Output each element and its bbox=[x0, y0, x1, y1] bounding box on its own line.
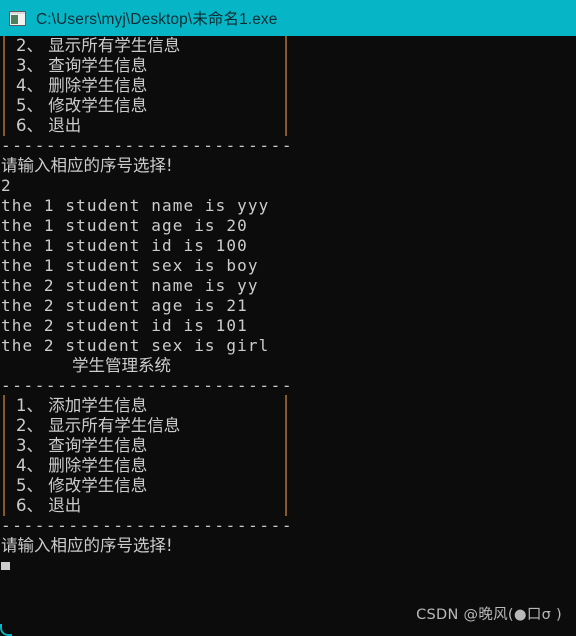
student-output-line: the 1 student name is yyy bbox=[1, 196, 270, 215]
vertical-bar-icon bbox=[0, 36, 16, 56]
title-bar[interactable]: C:\Users\myj\Desktop\未命名1.exe bbox=[0, 0, 576, 36]
console-output-area[interactable]: 2、 显示所有学生信息 3、 查询学生信息 4、 删除学生信息 5、 修改学生信… bbox=[0, 36, 576, 636]
student-output-line: the 1 student id is 100 bbox=[1, 236, 248, 255]
csdn-watermark: CSDN @晚风(●口σ ) bbox=[416, 607, 562, 623]
menu-item-label: 5、 修改学生信息 bbox=[16, 96, 148, 115]
menu-row: 6、 退出 bbox=[0, 495, 576, 516]
vertical-bar-icon bbox=[0, 75, 16, 96]
student-output-line: the 2 student age is 21 bbox=[1, 296, 248, 315]
menu-row: 2、 显示所有学生信息 bbox=[0, 415, 576, 436]
vertical-bar-right-icon bbox=[282, 36, 298, 136]
menu-title: 学生管理系统 bbox=[72, 356, 171, 375]
separator-line: -------------------------- bbox=[1, 516, 294, 535]
menu-row: 1、 添加学生信息 bbox=[0, 395, 576, 416]
menu-item-label: 6、 退出 bbox=[16, 116, 82, 135]
separator-line: -------------------------- bbox=[1, 136, 294, 155]
vertical-bar-icon bbox=[0, 95, 16, 116]
menu-item-exit: 6、 退出 bbox=[16, 496, 82, 515]
student-output-line: the 2 student name is yy bbox=[1, 276, 259, 295]
window-title: C:\Users\myj\Desktop\未命名1.exe bbox=[36, 11, 278, 28]
student-output-line: the 1 student age is 20 bbox=[1, 216, 248, 235]
prompt-text: 请输入相应的序号选择! bbox=[1, 536, 173, 555]
vertical-bar-icon bbox=[0, 455, 16, 476]
cursor-row bbox=[0, 556, 576, 576]
vertical-bar-icon bbox=[0, 415, 16, 436]
menu-row: 3、 查询学生信息 bbox=[0, 435, 576, 456]
menu-box-main: 1、 添加学生信息 2、 显示所有学生信息 3、 查询学生信息 4、 删除学生信… bbox=[0, 395, 576, 516]
separator-line: -------------------------- bbox=[1, 376, 294, 395]
menu-item-label: 2、 显示所有学生信息 bbox=[16, 36, 181, 55]
menu-item-add-student: 1、 添加学生信息 bbox=[16, 396, 148, 415]
menu-item-modify-student: 5、 修改学生信息 bbox=[16, 476, 148, 495]
vertical-bar-icon bbox=[0, 115, 16, 136]
menu-item-show-all-students: 2、 显示所有学生信息 bbox=[16, 416, 181, 435]
menu-box-top-partial: 2、 显示所有学生信息 3、 查询学生信息 4、 删除学生信息 5、 修改学生信… bbox=[0, 36, 576, 136]
menu-row: 5、 修改学生信息 bbox=[0, 475, 576, 496]
vertical-bar-icon bbox=[0, 495, 16, 516]
menu-item-delete-student: 4、 删除学生信息 bbox=[16, 456, 148, 475]
block-cursor bbox=[1, 562, 10, 570]
console-window[interactable]: C:\Users\myj\Desktop\未命名1.exe 2、 显示所有学生信… bbox=[0, 0, 576, 636]
vertical-bar-icon bbox=[0, 475, 16, 496]
prompt-text: 请输入相应的序号选择! bbox=[1, 156, 173, 175]
menu-item-query-student: 3、 查询学生信息 bbox=[16, 436, 148, 455]
student-output-line: the 2 student sex is girl bbox=[1, 336, 270, 355]
vertical-bar-icon bbox=[0, 395, 16, 416]
console-window-icon bbox=[9, 10, 26, 26]
student-output-line: the 1 student sex is boy bbox=[1, 256, 259, 275]
menu-row: 4、 删除学生信息 bbox=[0, 455, 576, 476]
vertical-bar-icon bbox=[0, 55, 16, 76]
vertical-bar-icon bbox=[0, 435, 16, 456]
menu-item-label: 3、 查询学生信息 bbox=[16, 56, 148, 75]
input-echo: 2 bbox=[1, 176, 12, 195]
menu-item-label: 4、 删除学生信息 bbox=[16, 76, 148, 95]
student-output-line: the 2 student id is 101 bbox=[1, 316, 248, 335]
